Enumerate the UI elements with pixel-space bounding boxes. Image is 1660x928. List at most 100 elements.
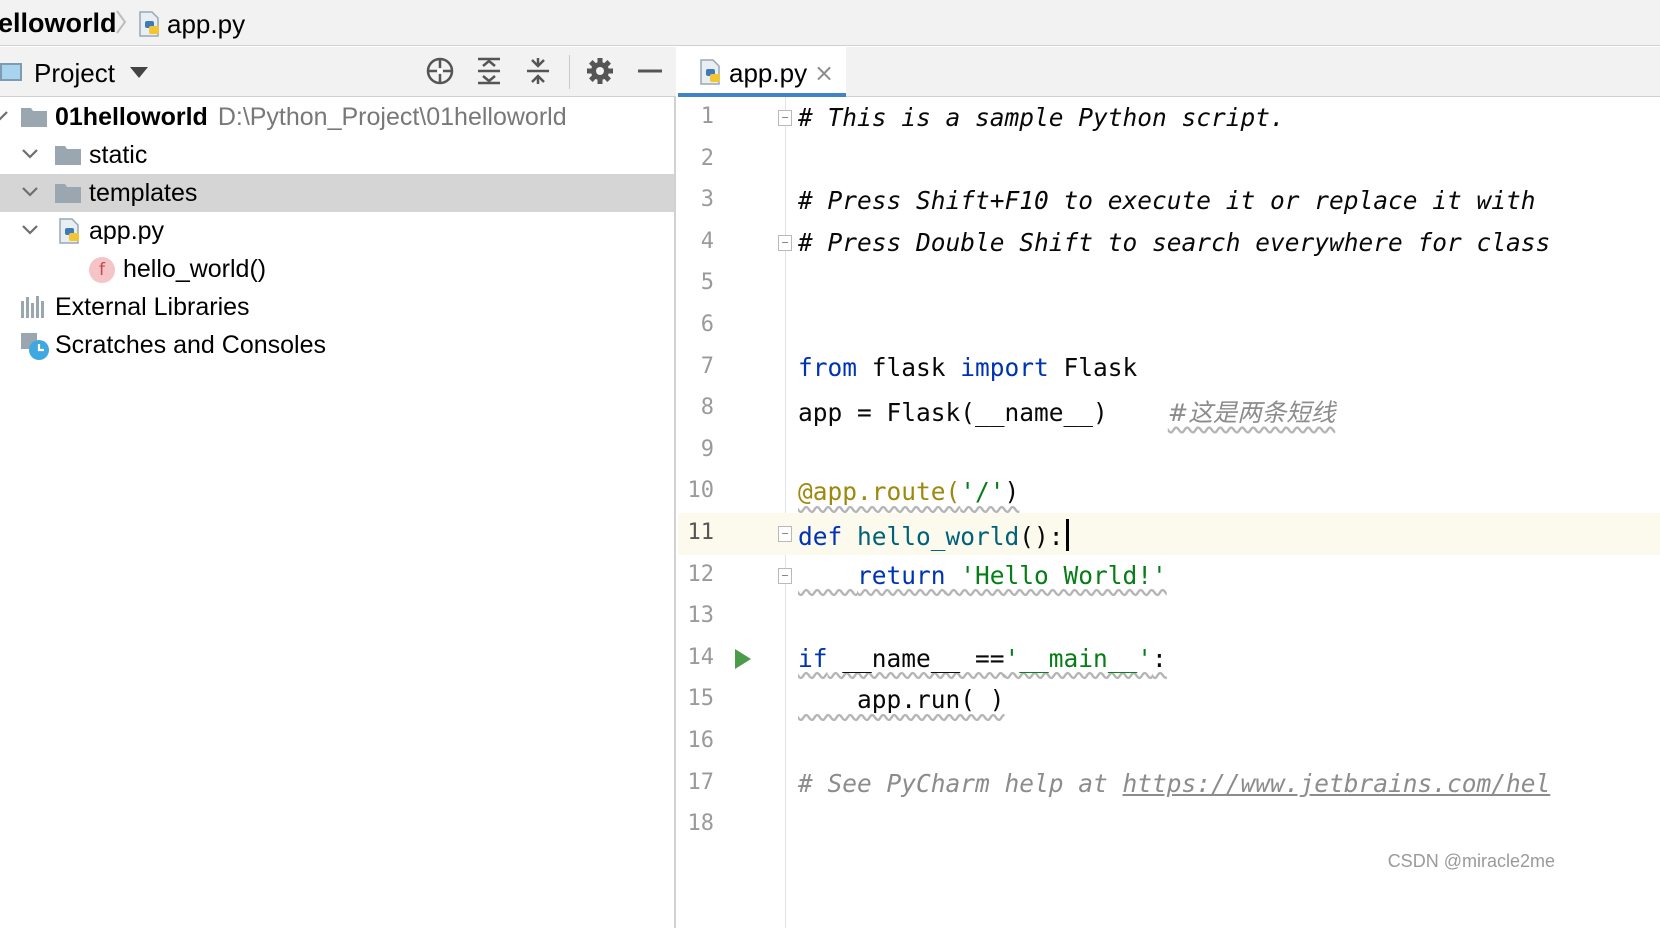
project-panel-header: Project (0, 47, 676, 97)
code-line[interactable]: 10 @app.route('/') (678, 471, 1660, 513)
code-line[interactable]: 13 (678, 596, 1660, 638)
line-number: 8 (700, 395, 714, 421)
tree-item-hello-world[interactable]: f hello_world() (0, 250, 674, 288)
keyword: def (798, 522, 843, 551)
line-number: 3 (700, 187, 714, 213)
code-editor[interactable]: 1 # This is a sample Python script. 2 3 … (678, 97, 1660, 928)
tree-item-label: static (89, 141, 148, 169)
code-line[interactable]: 17 # See PyCharm help at https://www.jet… (678, 763, 1660, 805)
code-line[interactable]: 7 from flask import Flask (678, 347, 1660, 389)
text-caret (1065, 519, 1069, 551)
line-number: 11 (687, 520, 715, 545)
identifier: __name__ == (827, 643, 1005, 673)
collapse-all-icon[interactable] (523, 56, 553, 86)
tree-item-label: External Libraries (55, 293, 250, 321)
code-line[interactable]: 3 # Press Shift+F10 to execute it or rep… (678, 180, 1660, 222)
navigation-bar: elloworld app.py (0, 0, 1660, 46)
tree-item-label: 01helloworld D:\Python_Project\01hellowor… (55, 103, 567, 132)
line-number: 16 (687, 728, 715, 753)
python-file-icon (59, 218, 79, 244)
decorator: @app.route( (798, 477, 961, 507)
code-line[interactable]: 4 # Press Double Shift to search everywh… (678, 222, 1660, 264)
run-icon[interactable] (735, 648, 751, 669)
line-number: 2 (700, 145, 714, 171)
code-line[interactable]: 18 (678, 804, 1660, 846)
folder-icon (55, 184, 81, 203)
tab-app-py[interactable]: app.py × (678, 47, 846, 97)
chevron-down-icon[interactable] (0, 106, 10, 126)
expand-all-icon[interactable] (474, 56, 504, 86)
punctuation: ) (1004, 477, 1020, 507)
close-icon[interactable]: × (814, 59, 834, 87)
folder-icon (21, 108, 47, 127)
fold-icon[interactable] (778, 567, 792, 584)
chevron-down-icon[interactable] (20, 220, 40, 240)
line-number: 10 (687, 478, 715, 504)
code-line-current[interactable]: 11 def hello_world(): (678, 513, 1660, 555)
punctuation: : (1152, 643, 1167, 673)
tree-item-scratches[interactable]: Scratches and Consoles (0, 326, 674, 364)
locate-icon[interactable] (425, 56, 455, 86)
identifier: flask (857, 352, 961, 382)
editor-area: app.py × 1 # This is a sample Python scr… (678, 47, 1660, 928)
breadcrumb-file[interactable]: app.py (167, 9, 245, 40)
hide-icon[interactable] (635, 56, 665, 86)
tree-item-label: hello_world() (123, 255, 267, 283)
fold-icon[interactable] (778, 526, 792, 542)
chevron-down-icon[interactable] (20, 182, 40, 202)
line-number: 7 (700, 353, 714, 379)
code-line[interactable]: 1 # This is a sample Python script. (678, 97, 1660, 139)
tree-item-templates[interactable]: templates (0, 174, 674, 212)
python-file-icon (700, 59, 720, 85)
inline-comment: #这是两条短线 (1167, 398, 1336, 428)
code-line[interactable]: 16 (678, 721, 1660, 763)
code-line[interactable]: 8 app = Flask(__name__) #这是两条短线 (678, 388, 1660, 430)
code-line[interactable]: 14 if __name__ =='__main__': (678, 638, 1660, 680)
folder-icon (55, 146, 81, 165)
line-number: 15 (687, 686, 715, 712)
fold-icon[interactable] (778, 234, 792, 251)
code-text: if __name__ =='__main__': (798, 644, 1167, 673)
editor-tab-bar: app.py × (678, 47, 1660, 97)
line-number: 5 (700, 270, 714, 296)
gear-icon[interactable] (585, 56, 615, 86)
project-panel: Project 01helloworld D:\Python_Project\01… (0, 47, 676, 928)
line-number: 12 (687, 561, 715, 587)
root-folder-path: D:\Python_Project\01helloworld (217, 103, 567, 131)
chevron-down-icon[interactable] (130, 67, 148, 78)
toolbar-separator (569, 55, 570, 89)
project-view-icon (0, 63, 22, 81)
tree-item-external-libraries[interactable]: External Libraries (0, 288, 674, 326)
line-number: 14 (687, 644, 715, 670)
scratches-icon (21, 333, 49, 360)
breadcrumb-project[interactable]: elloworld (0, 8, 117, 39)
tree-item-root[interactable]: 01helloworld D:\Python_Project\01hellowor… (0, 98, 674, 136)
tree-item-static[interactable]: static (0, 136, 674, 174)
keyword: import (960, 352, 1049, 382)
keyword: from (798, 352, 858, 382)
line-number: 17 (687, 769, 715, 795)
code-line[interactable]: 2 (678, 139, 1660, 181)
code-text: def hello_world(): (798, 519, 1069, 551)
code-line[interactable]: 15 app.run( ) (678, 679, 1660, 721)
breadcrumb-separator-icon (116, 10, 127, 34)
code-line[interactable]: 12 return 'Hello World!' (678, 555, 1660, 597)
code-line[interactable]: 5 (678, 263, 1660, 305)
tree-item-label: app.py (89, 217, 165, 245)
line-number: 13 (687, 603, 715, 629)
code-text: return 'Hello World!' (798, 561, 1167, 590)
chevron-down-icon[interactable] (20, 144, 40, 164)
code-line[interactable]: 6 (678, 305, 1660, 347)
tree-item-app-py[interactable]: app.py (0, 212, 674, 250)
code-text: # This is a sample Python script. (798, 103, 1285, 132)
tree-item-label: Scratches and Consoles (55, 331, 326, 359)
project-view-title[interactable]: Project (34, 58, 115, 89)
fold-icon[interactable] (778, 110, 792, 126)
help-link[interactable]: https://www.jetbrains.com/hel (1123, 769, 1551, 798)
line-number: 18 (687, 811, 715, 837)
python-file-icon (137, 11, 163, 42)
function-icon: f (89, 257, 115, 283)
function-name: hello_world (857, 522, 1020, 551)
code-line[interactable]: 9 (678, 430, 1660, 472)
